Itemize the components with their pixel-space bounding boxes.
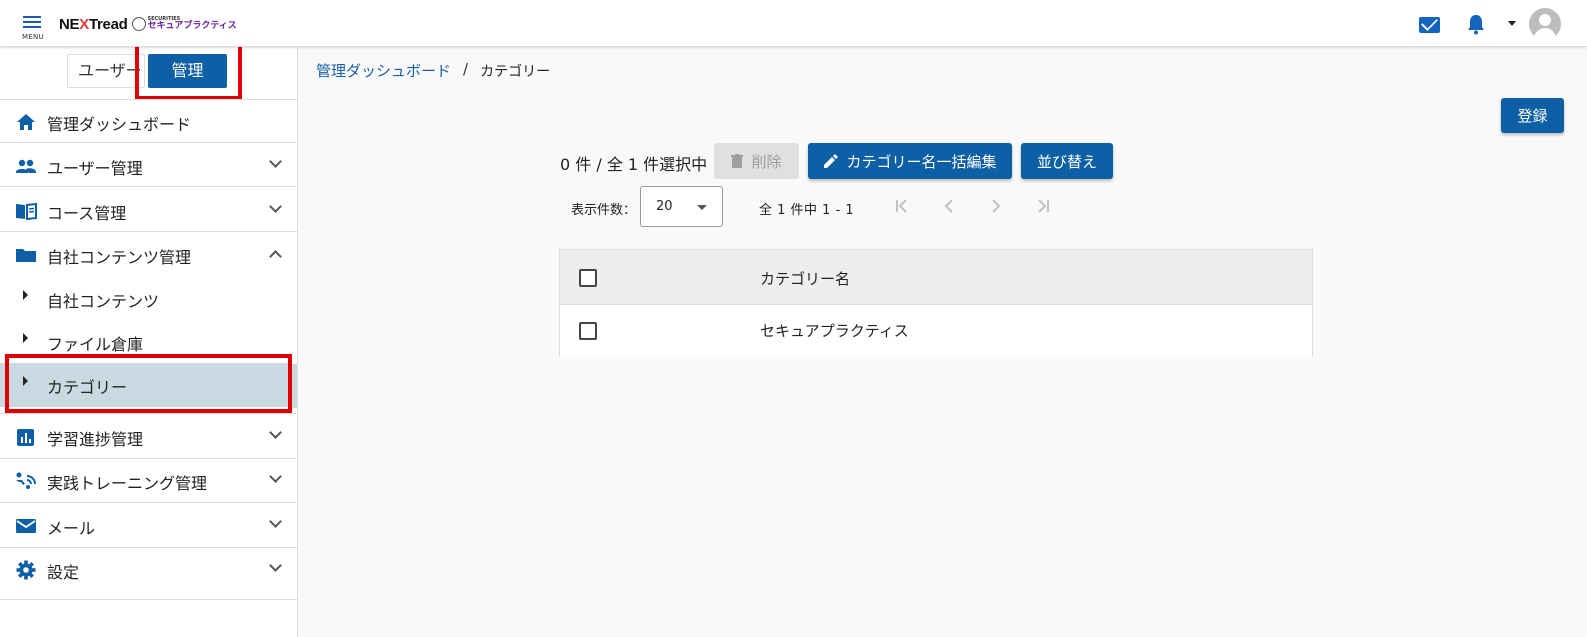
chart-icon (17, 429, 34, 446)
chevron-down-icon (269, 515, 282, 528)
per-page-value: 20 (656, 199, 673, 214)
sidebar-item-own-content[interactable]: 自社コンテンツ管理 (0, 233, 297, 277)
breadcrumb: 管理ダッシュボード / カテゴリー (316, 60, 550, 81)
role-switch: ユーザー 管理 (67, 54, 227, 88)
dropdown-caret-icon (697, 205, 707, 210)
category-table: カテゴリー名 セキュアプラクティス (559, 249, 1313, 357)
bulk-edit-button-label: カテゴリー名一括編集 (846, 152, 997, 171)
sidebar: ユーザー 管理 管理ダッシュボード ユーザー管理 コース管理 自社コンテンツ管理… (0, 41, 298, 637)
sidebar-subitem-label: カテゴリー (47, 378, 128, 397)
app-logo[interactable]: NEXTread SECURITIES セキュアプラクティス (59, 14, 237, 34)
logo-sub-brand: SECURITIES セキュアプラクティス (131, 17, 237, 31)
chevron-down-icon (269, 559, 282, 572)
sidebar-subitem-label: ファイル倉庫 (47, 335, 144, 354)
delete-button[interactable]: 削除 (714, 143, 799, 179)
breadcrumb-separator: / (463, 60, 469, 78)
register-button[interactable]: 登録 (1501, 98, 1564, 133)
role-admin-button[interactable]: 管理 (148, 54, 227, 88)
sidebar-item-label: 学習進捗管理 (47, 430, 144, 449)
chevron-down-icon (269, 470, 282, 483)
sidebar-item-settings[interactable]: 設定 (0, 548, 297, 592)
table-header-row: カテゴリー名 (560, 250, 1312, 305)
caret-right-icon (23, 290, 28, 300)
users-icon (16, 159, 36, 173)
sidebar-item-training[interactable]: 実践トレーニング管理 (0, 459, 297, 503)
previous-page-icon[interactable] (939, 196, 959, 216)
page-range-text: 全 1 件中 1 - 1 (759, 203, 855, 218)
divider (0, 599, 297, 600)
top-header: MENU NEXTread SECURITIES セキュアプラクティス (0, 0, 1587, 47)
last-page-icon[interactable] (1033, 196, 1053, 216)
divider (0, 413, 297, 414)
register-button-label: 登録 (1517, 107, 1548, 125)
bell-icon[interactable] (1466, 13, 1486, 35)
chevron-down-icon (269, 200, 282, 213)
home-icon (17, 114, 35, 130)
next-page-icon[interactable] (986, 196, 1006, 216)
avatar[interactable] (1529, 8, 1561, 40)
column-header-category-name: カテゴリー名 (760, 270, 851, 288)
sidebar-item-label: 実践トレーニング管理 (47, 474, 208, 493)
caret-right-icon (23, 333, 28, 343)
sidebar-subitem-category[interactable]: カテゴリー (0, 363, 290, 407)
delete-button-label: 削除 (751, 152, 782, 171)
select-all-checkbox[interactable] (579, 269, 597, 287)
role-user-button[interactable]: ユーザー (68, 55, 144, 87)
sidebar-item-label: 設定 (47, 563, 80, 582)
sidebar-subitem-file-storage[interactable]: ファイル倉庫 (0, 320, 290, 364)
row-checkbox[interactable] (579, 322, 597, 340)
breadcrumb-current: カテゴリー (480, 64, 551, 80)
breadcrumb-link-dashboard[interactable]: 管理ダッシュボード (316, 60, 451, 81)
sidebar-item-label: ユーザー管理 (47, 159, 143, 178)
sidebar-item-users[interactable]: ユーザー管理 (0, 144, 297, 188)
table-row[interactable]: セキュアプラクティス (560, 305, 1312, 357)
chevron-down-icon (269, 426, 282, 439)
logo-wordmark: NEXTread (59, 15, 128, 33)
training-icon (16, 472, 36, 489)
chevron-down-icon (269, 155, 282, 168)
sidebar-subitem-own-content[interactable]: 自社コンテンツ (0, 277, 290, 321)
sidebar-item-label: メール (47, 519, 96, 538)
gear-icon (16, 560, 36, 580)
menu-button[interactable]: MENU (20, 14, 44, 42)
active-indicator (292, 364, 297, 408)
category-name-cell: セキュアプラクティス (760, 322, 909, 340)
divider (0, 142, 297, 143)
sidebar-item-dashboard[interactable]: 管理ダッシュボード (0, 100, 297, 144)
per-page-label: 表示件数： (571, 203, 637, 218)
sidebar-item-label: 管理ダッシュボード (47, 115, 192, 134)
selection-count: 0 件 / 全 1 件選択中 (560, 155, 708, 174)
sidebar-item-label: コース管理 (47, 204, 127, 223)
book-icon (16, 202, 37, 221)
sort-button[interactable]: 並び替え (1021, 143, 1113, 179)
seal-icon (131, 17, 146, 31)
folder-icon (16, 249, 36, 262)
divider (0, 231, 297, 232)
divider (0, 186, 297, 187)
sidebar-item-label: 自社コンテンツ管理 (47, 248, 192, 267)
chevron-up-icon (269, 250, 282, 263)
bulk-edit-button[interactable]: カテゴリー名一括編集 (808, 143, 1012, 179)
caret-right-icon (23, 376, 28, 386)
mail-icon[interactable] (1419, 17, 1440, 33)
hamburger-icon (23, 16, 41, 31)
account-dropdown-caret-icon[interactable] (1508, 21, 1516, 26)
per-page-select[interactable]: 20 (640, 186, 723, 227)
sidebar-item-courses[interactable]: コース管理 (0, 189, 297, 233)
sort-button-label: 並び替え (1036, 152, 1097, 171)
sidebar-item-progress[interactable]: 学習進捗管理 (0, 415, 297, 459)
menu-label: MENU (22, 33, 45, 41)
pencil-icon (824, 153, 839, 168)
sidebar-subitem-label: 自社コンテンツ (47, 292, 160, 311)
trash-icon (731, 154, 744, 168)
first-page-icon[interactable] (892, 196, 912, 216)
divider (0, 502, 297, 503)
mail-icon (16, 519, 36, 533)
sidebar-item-mail[interactable]: メール (0, 504, 297, 548)
